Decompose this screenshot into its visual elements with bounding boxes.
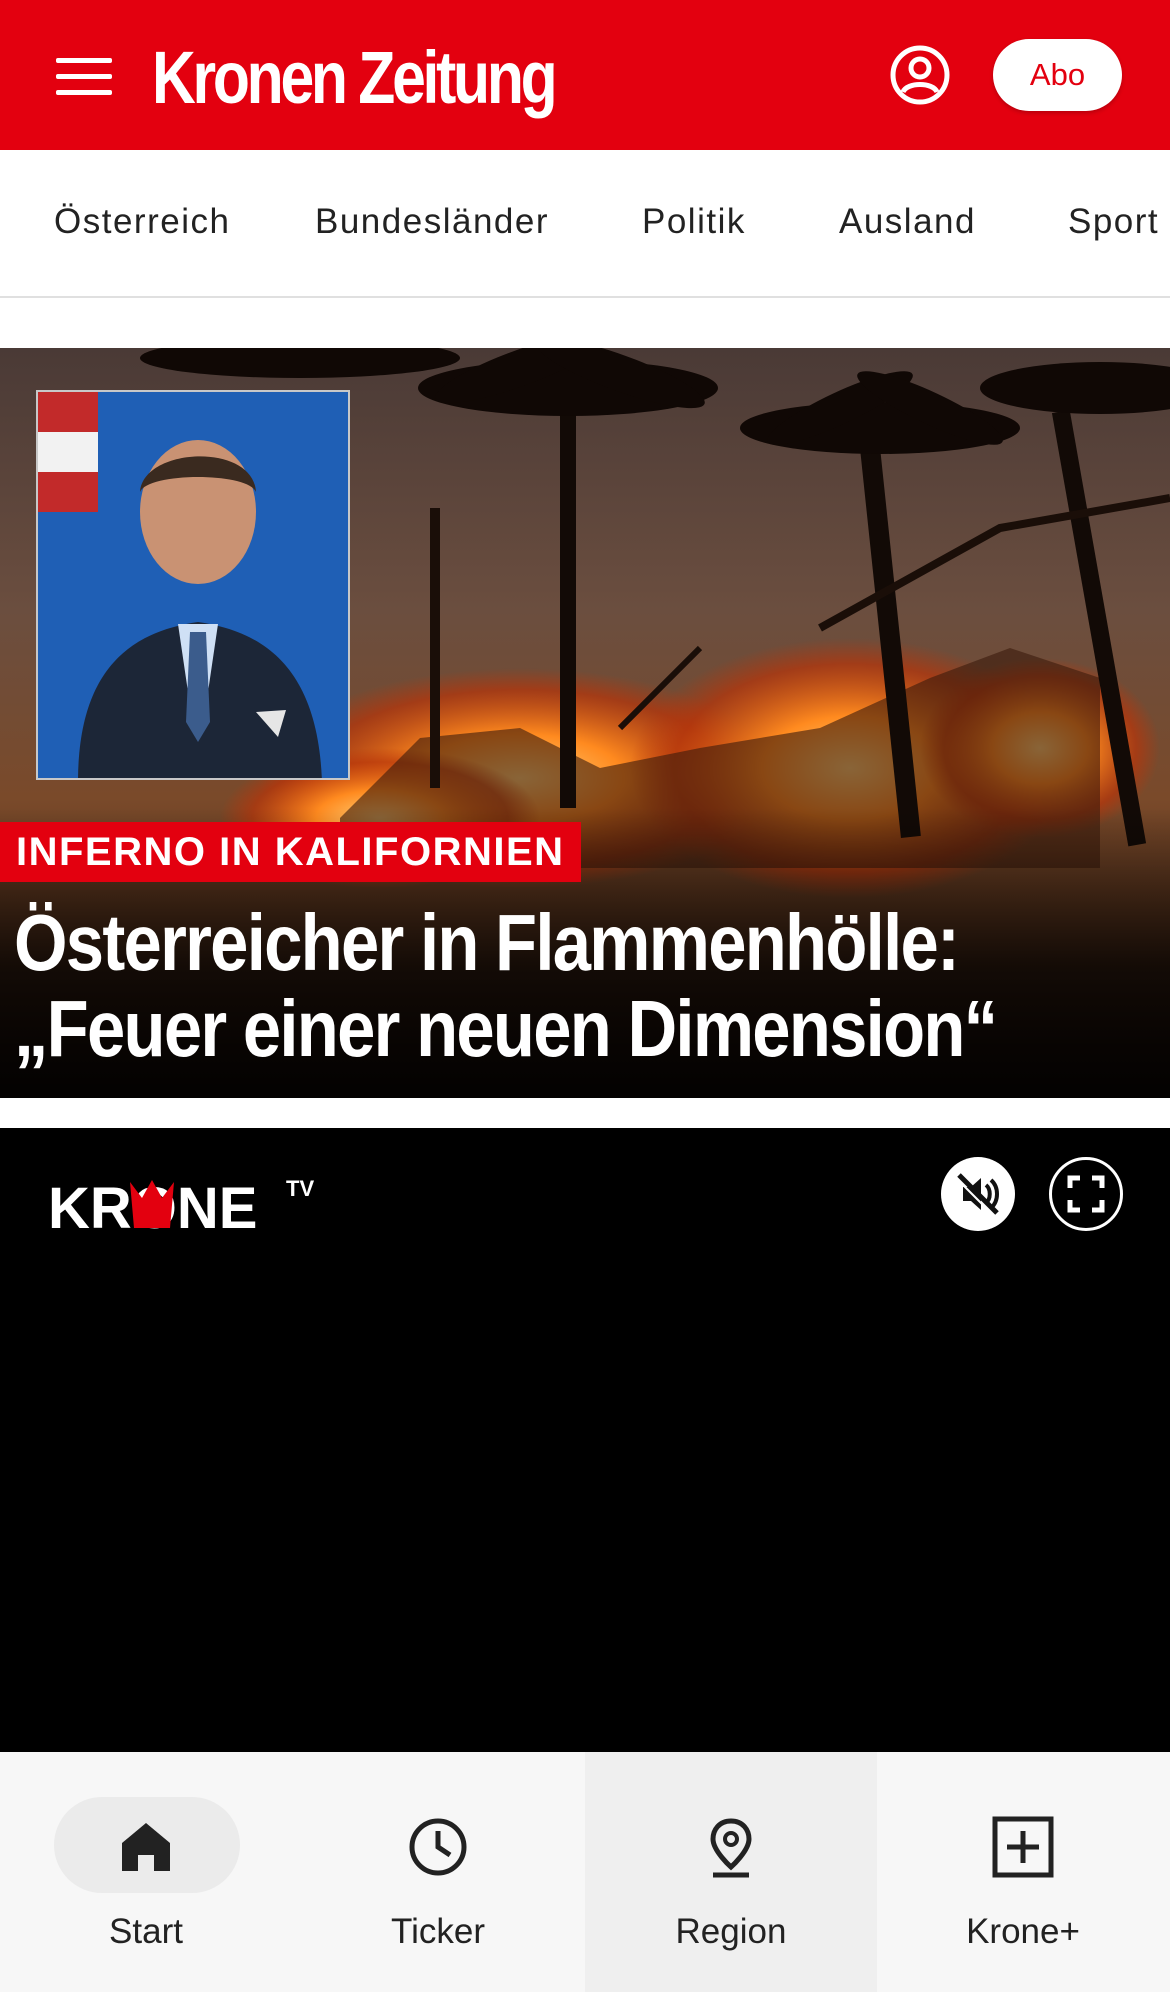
- nav-item-oesterreich[interactable]: Österreich: [54, 202, 230, 242]
- tab-label-region: Region: [675, 1912, 787, 1951]
- site-logo[interactable]: Kronen Zeitung: [152, 36, 558, 120]
- tab-label-start: Start: [109, 1912, 183, 1951]
- tab-krone-plus[interactable]: Krone+: [877, 1752, 1169, 1992]
- clock-icon: [409, 1818, 467, 1876]
- tab-start[interactable]: Start: [0, 1752, 292, 1992]
- nav-item-politik[interactable]: Politik: [642, 202, 746, 242]
- nav-item-bundeslaender[interactable]: Bundesländer: [315, 202, 549, 242]
- user-account-icon[interactable]: [889, 44, 951, 106]
- volume-muted-icon[interactable]: [941, 1157, 1015, 1231]
- headline-line-1: Österreicher in Flammenhölle:: [14, 898, 960, 987]
- hero-article[interactable]: INFERNO IN KALIFORNIEN Österreicher in F…: [0, 348, 1170, 1098]
- tab-ticker[interactable]: Ticker: [292, 1752, 584, 1992]
- section-nav: Österreich Bundesländer Politik Ausland …: [0, 150, 1170, 298]
- article-headline[interactable]: Österreicher in Flammenhölle: „Feuer ein…: [14, 900, 1003, 1072]
- nav-item-ausland[interactable]: Ausland: [839, 202, 976, 242]
- tab-label-krone-plus: Krone+: [966, 1912, 1080, 1951]
- hamburger-menu-icon[interactable]: [56, 58, 112, 96]
- article-kicker: INFERNO IN KALIFORNIEN: [0, 822, 581, 882]
- headline-line-2: „Feuer einer neuen Dimension“: [14, 984, 998, 1073]
- bottom-navigation: Start Ticker Region Krone+: [0, 1752, 1170, 1992]
- plus-box-icon: [992, 1816, 1054, 1878]
- home-icon: [122, 1823, 170, 1871]
- tab-label-ticker: Ticker: [391, 1912, 485, 1951]
- krone-tv-logo: KRONE TV: [48, 1176, 314, 1238]
- tv-logo-superscript: TV: [286, 1176, 314, 1201]
- person-portrait-image: [36, 390, 350, 780]
- app-header: Kronen Zeitung Abo: [0, 0, 1170, 150]
- subscribe-button[interactable]: Abo: [993, 39, 1122, 111]
- tab-region[interactable]: Region: [585, 1752, 877, 1992]
- location-pin-icon: [710, 1818, 752, 1878]
- fullscreen-icon[interactable]: [1049, 1157, 1123, 1231]
- nav-item-sport[interactable]: Sport: [1068, 202, 1159, 242]
